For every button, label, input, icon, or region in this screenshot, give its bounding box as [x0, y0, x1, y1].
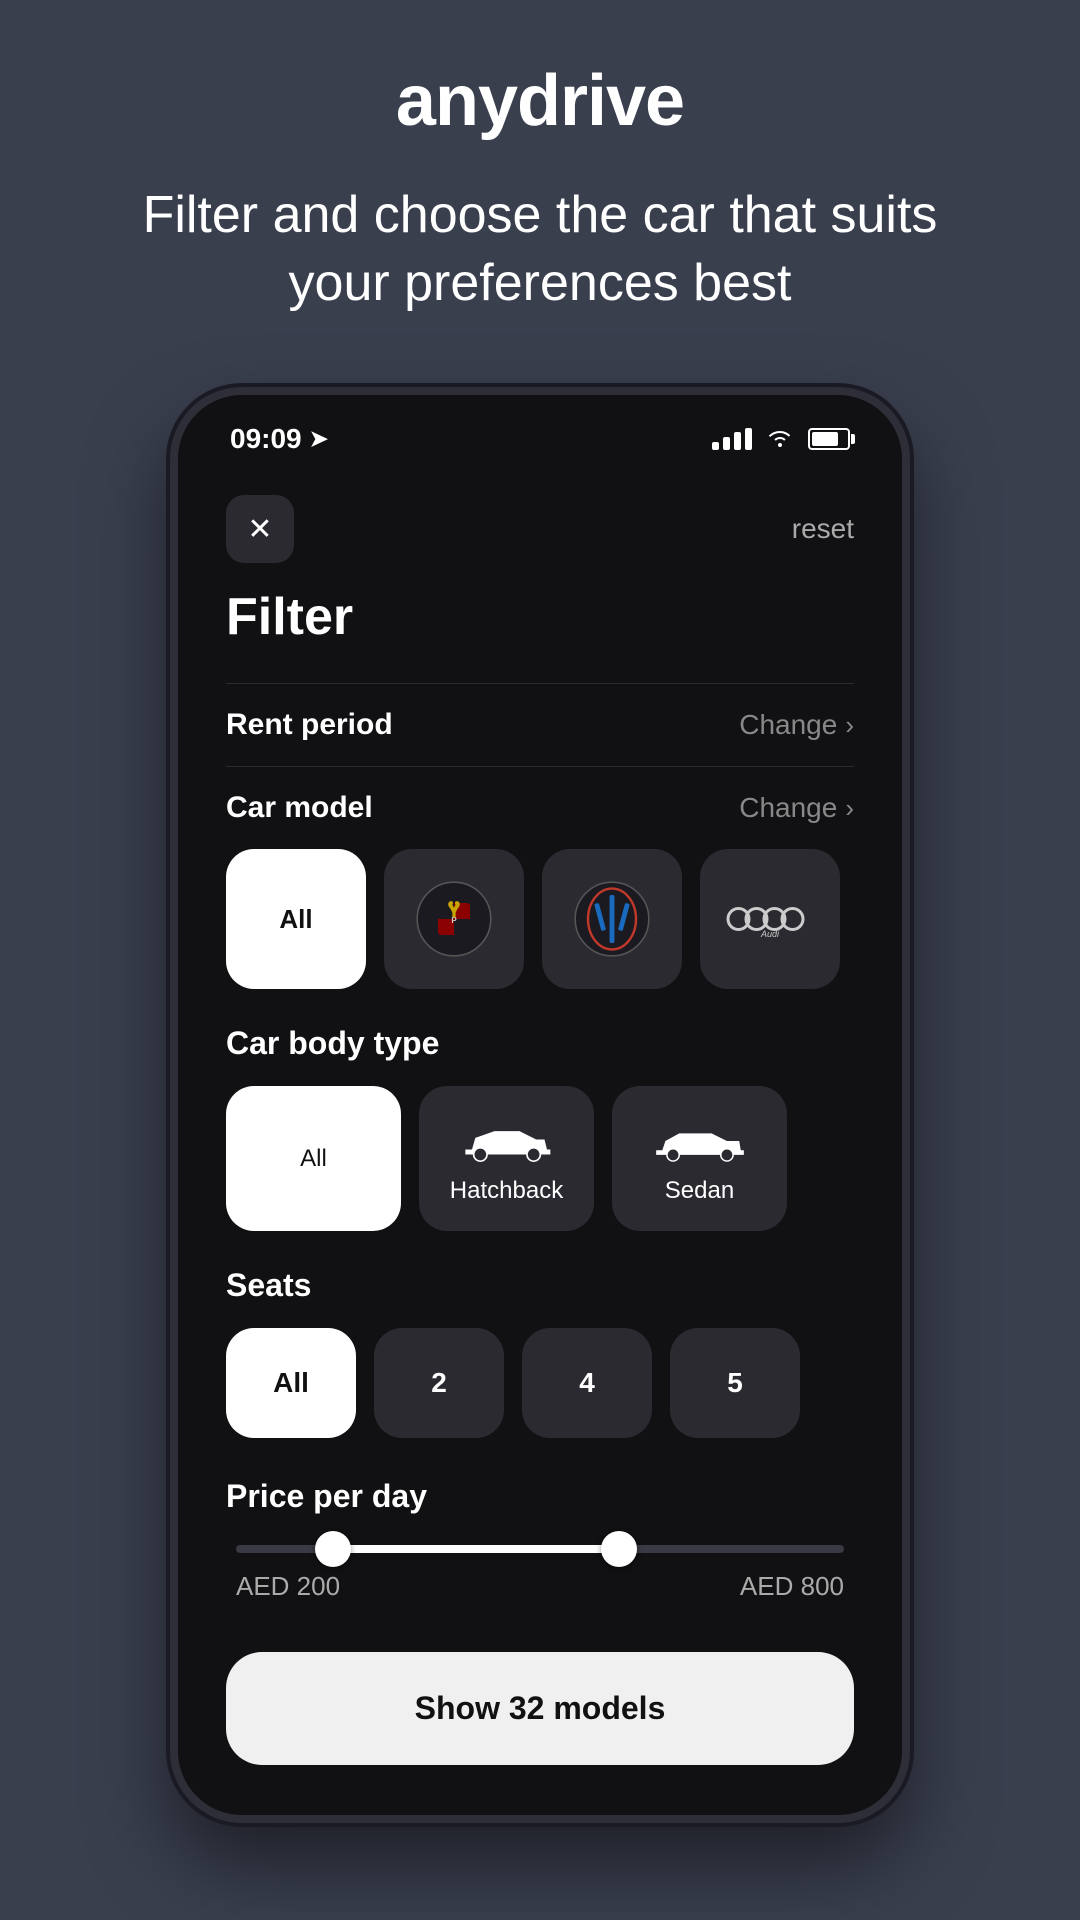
brand-maserati-pill[interactable] — [542, 849, 682, 989]
filter-title: Filter — [226, 587, 854, 647]
price-label: Price per day — [226, 1478, 854, 1515]
time-label: 09:09 — [230, 423, 302, 455]
seat-5-pill[interactable]: 5 — [670, 1328, 800, 1438]
body-hatchback-label: Hatchback — [450, 1177, 563, 1205]
wifi-icon — [766, 425, 794, 454]
slider-thumb-min[interactable] — [315, 1531, 351, 1567]
phone-frame: 09:09 ➤ ✕ rese — [170, 387, 910, 1823]
rent-period-change: Change — [739, 709, 837, 741]
rent-period-row[interactable]: Rent period Change › — [226, 683, 854, 766]
brand-porsche-pill[interactable]: P — [384, 849, 524, 989]
signal-icon — [712, 428, 752, 450]
brand-all-label: All — [279, 904, 312, 935]
power-button — [908, 595, 910, 705]
car-model-chevron: › — [845, 793, 854, 824]
price-slider[interactable] — [236, 1545, 844, 1553]
porsche-logo: P — [409, 874, 499, 964]
slider-thumb-max[interactable] — [601, 1531, 637, 1567]
rent-period-chevron: › — [845, 710, 854, 741]
body-all-label: All — [300, 1145, 327, 1173]
brand-all-pill[interactable]: All — [226, 849, 366, 989]
screen-content: ✕ reset Filter Rent period Change › Car … — [178, 465, 902, 1815]
seat-all-pill[interactable]: All — [226, 1328, 356, 1438]
body-sedan-label: Sedan — [665, 1177, 734, 1205]
seat-2-label: 2 — [431, 1367, 447, 1399]
show-models-button[interactable]: Show 32 models — [226, 1652, 854, 1765]
seat-all-label: All — [273, 1367, 309, 1399]
car-model-change: Change — [739, 792, 837, 824]
body-sedan-pill[interactable]: Sedan — [612, 1086, 787, 1231]
status-bar: 09:09 ➤ — [178, 395, 902, 465]
price-section: Price per day AED 200 AED 800 — [226, 1478, 854, 1602]
car-model-row[interactable]: Car model Change › — [226, 766, 854, 849]
rent-period-action[interactable]: Change › — [739, 709, 854, 741]
svg-text:Audi: Audi — [760, 929, 780, 939]
body-all-pill[interactable]: All — [226, 1086, 401, 1231]
hatchback-icon — [457, 1112, 557, 1167]
status-time: 09:09 ➤ — [230, 423, 328, 455]
audi-logo: Audi — [725, 874, 815, 964]
price-labels: AED 200 AED 800 — [236, 1571, 844, 1602]
vol-up-button — [170, 555, 172, 625]
app-title: anydrive — [396, 60, 684, 142]
seats-header: Seats — [226, 1267, 854, 1304]
car-model-label: Car model — [226, 791, 373, 825]
reset-button[interactable]: reset — [792, 513, 854, 545]
seat-4-label: 4 — [579, 1367, 595, 1399]
seat-2-pill[interactable]: 2 — [374, 1328, 504, 1438]
close-icon: ✕ — [247, 512, 272, 547]
sedan-icon — [650, 1112, 750, 1167]
app-subtitle: Filter and choose the car that suits you… — [110, 182, 970, 317]
seats-filter-row: All 2 4 5 — [226, 1328, 854, 1438]
close-button[interactable]: ✕ — [226, 495, 294, 563]
filter-header: ✕ reset — [226, 495, 854, 563]
price-max-label: AED 800 — [740, 1571, 844, 1602]
location-icon: ➤ — [310, 426, 328, 452]
car-body-type-header: Car body type — [226, 1025, 854, 1062]
car-model-action[interactable]: Change › — [739, 792, 854, 824]
battery-icon — [808, 428, 850, 450]
seat-5-label: 5 — [727, 1367, 743, 1399]
status-icons — [712, 425, 850, 454]
body-hatchback-pill[interactable]: Hatchback — [419, 1086, 594, 1231]
body-type-filter-row: All Hatchback Sedan — [226, 1086, 854, 1231]
slider-fill — [333, 1545, 619, 1553]
rent-period-label: Rent period — [226, 708, 393, 742]
maserati-logo — [567, 874, 657, 964]
brand-filter-row: All P — [226, 849, 854, 989]
show-models-label: Show 32 models — [415, 1690, 666, 1726]
seat-4-pill[interactable]: 4 — [522, 1328, 652, 1438]
vol-down-button — [170, 645, 172, 715]
brand-audi-pill[interactable]: Audi — [700, 849, 840, 989]
price-min-label: AED 200 — [236, 1571, 340, 1602]
